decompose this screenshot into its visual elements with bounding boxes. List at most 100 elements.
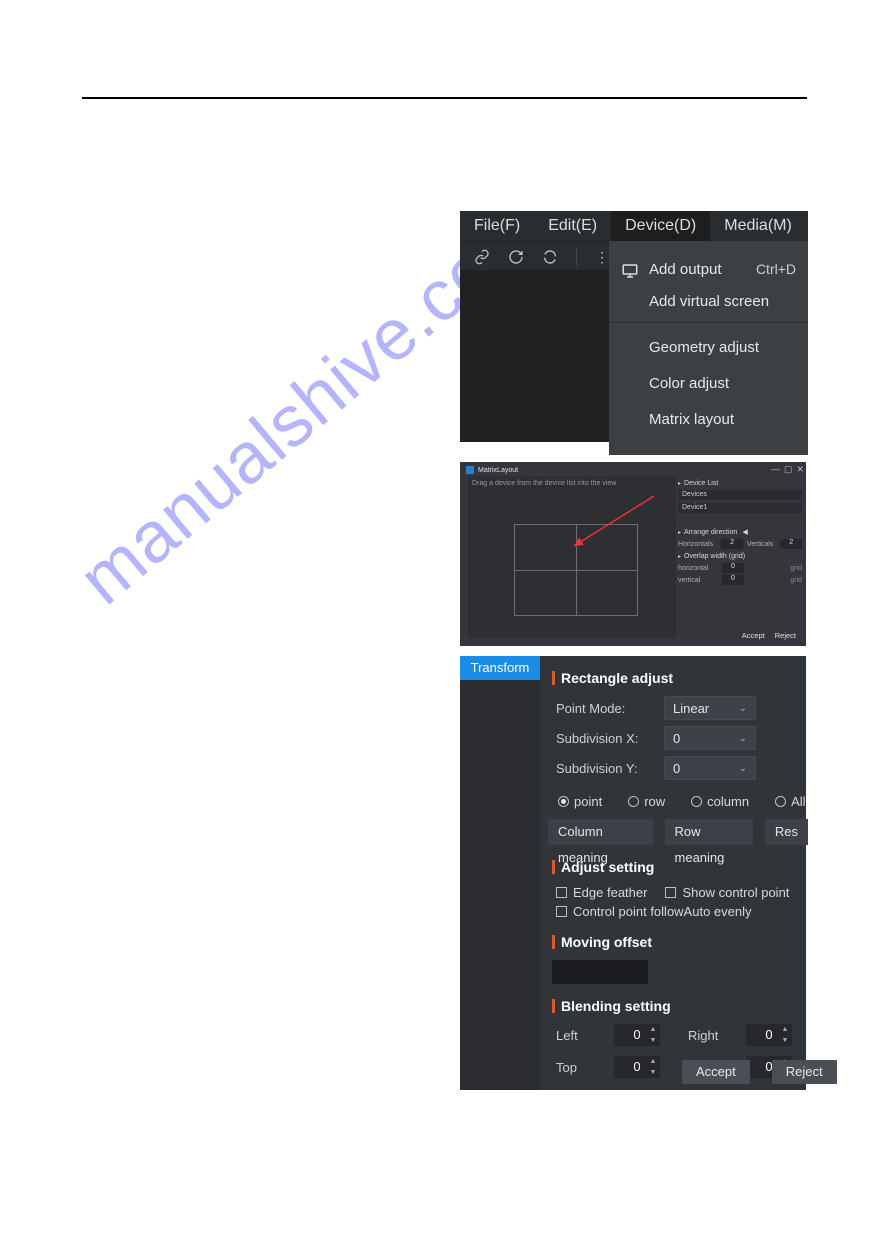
label-right: Right [688,1028,732,1043]
maximize-icon[interactable]: ▢ [784,464,793,475]
num-value: 0 [765,1027,772,1042]
radio-ring-icon [775,796,786,807]
menu-item-matrix-layout[interactable]: Matrix layout [609,401,808,437]
menu-item-add-output[interactable]: Add output Ctrl+D [609,251,808,287]
window-title: MatrixLayout [466,464,536,476]
input-blend-left[interactable]: 0 ▲▼ [614,1024,660,1046]
spinner-down-icon[interactable]: ▼ [646,1067,660,1078]
spinner-down-icon[interactable]: ▼ [778,1035,792,1046]
tab-transform[interactable]: Transform [460,656,540,680]
column-meaning-button[interactable]: Column meaning [548,819,653,845]
link-icon[interactable] [474,249,490,265]
input-blend-right[interactable]: 0 ▲▼ [746,1024,792,1046]
section-moving-offset: Moving offset [552,934,806,950]
overlap-horizontal-row: horizontal 0 grid [678,563,802,573]
arrange-direction-icon[interactable]: ◀ [742,528,747,536]
checkbox-box-icon [665,887,676,898]
section-label: Blending setting [561,998,671,1014]
section-marker-icon [552,671,555,685]
select-point-mode[interactable]: Linear ⌄ [664,696,756,720]
sync-icon[interactable] [542,249,558,265]
checkbox-row-1: Edge feather Show control point [556,885,806,900]
unit: grid [790,577,802,584]
spinner-up-icon[interactable]: ▲ [646,1056,660,1067]
toolbar-separator [576,248,577,266]
row-meaning-button[interactable]: Row meaning [665,819,753,845]
section-arrange: Arrange direction ◀ [678,528,802,536]
select-subdiv-y[interactable]: 0 ⌄ [664,756,756,780]
select-value: 0 [673,761,680,776]
input-horizontals[interactable]: 2 [721,539,743,549]
menu-item-add-virtual-screen[interactable]: Add virtual screen [609,287,808,323]
checkbox-label: Control point followAuto evenly [573,904,752,919]
label-point-mode: Point Mode: [556,701,652,716]
checkbox-edge-feather[interactable]: Edge feather [556,885,647,900]
label-subdiv-x: Subdivision X: [556,731,652,746]
spinner-up-icon[interactable]: ▲ [646,1024,660,1035]
menu-device[interactable]: Device(D) [611,211,710,241]
radio-label: row [644,794,665,809]
close-icon[interactable]: ✕ [796,464,804,475]
radio-label: column [707,794,749,809]
menu-file[interactable]: File(F) [460,211,534,241]
radio-all[interactable]: All [775,794,805,809]
input-horizontal[interactable]: 0 [722,563,744,573]
menu-edit[interactable]: Edit(E) [534,211,611,241]
unit: grid [790,565,802,572]
label-left: Left [556,1028,600,1043]
layout-grid[interactable] [514,524,638,616]
radio-column[interactable]: column [691,794,749,809]
section-rectangle-adjust: Rectangle adjust [552,670,806,686]
checkbox-box-icon [556,906,567,917]
section-blending: Blending setting [552,998,806,1014]
label-top: Top [556,1060,600,1075]
matrix-buttons: Accept Reject [742,631,796,640]
radio-point[interactable]: point [558,794,602,809]
menu-item-geometry-adjust[interactable]: Geometry adjust [609,329,808,365]
num-value: 0 [633,1059,640,1074]
accept-button[interactable]: Accept [742,631,765,640]
radio-row[interactable]: row [628,794,665,809]
matrix-layout-window: MatrixLayout — ▢ ✕ Drag a device from th… [460,462,806,646]
geometry-adjust-panel: Transform Rectangle adjust Point Mode: L… [460,656,806,1090]
num-value: 0 [633,1027,640,1042]
transform-sidebar [460,680,540,1090]
field-devices[interactable]: Devices [678,490,802,500]
reject-button[interactable]: Reject [775,631,796,640]
checkbox-show-control-point[interactable]: Show control point [665,885,789,900]
reject-button[interactable]: Reject [772,1060,837,1084]
reset-button[interactable]: Res [765,819,808,845]
menu-bar: File(F) Edit(E) Device(D) Media(M) [460,211,808,241]
select-subdiv-x[interactable]: 0 ⌄ [664,726,756,750]
radio-label: All [791,794,805,809]
checkbox-follow-auto[interactable]: Control point followAuto evenly [556,904,752,919]
menu-item-shortcut: Ctrl+D [756,261,796,277]
meaning-buttons: Column meaning Row meaning Res [548,819,806,845]
select-value: Linear [673,701,709,716]
accept-reject-buttons: Accept Reject [682,1060,837,1084]
minimize-icon[interactable]: — [771,464,780,475]
layout-canvas[interactable]: Drag a device from the device list into … [468,476,676,638]
label-verticals: Verticals [747,541,776,548]
accept-button[interactable]: Accept [682,1060,750,1084]
input-blend-top[interactable]: 0 ▲▼ [614,1056,660,1078]
menu-item-label: Add output [649,261,756,278]
label-horizontals: Horizontals [678,541,717,548]
menu-item-color-adjust[interactable]: Color adjust [609,365,808,401]
menu-media[interactable]: Media(M) [710,211,806,241]
refresh-icon[interactable] [508,249,524,265]
canvas-hint: Drag a device from the device list into … [472,480,616,487]
moving-offset-input[interactable] [552,960,648,984]
menu-item-label: Geometry adjust [649,339,796,356]
label-subdiv-y: Subdivision Y: [556,761,652,776]
input-verticals[interactable]: 2 [780,539,802,549]
section-label: Arrange direction [684,529,737,536]
spinner-up-icon[interactable]: ▲ [778,1024,792,1035]
field-device1[interactable]: Device1 [678,503,802,513]
arrange-row: Horizontals 2 Verticals 2 [678,539,802,549]
matrix-settings-panel: Device List Devices Device1 Arrange dire… [678,476,802,642]
spinner-down-icon[interactable]: ▼ [646,1035,660,1046]
device-dropdown: Add output Ctrl+D Add virtual screen Geo… [609,241,808,455]
input-vertical[interactable]: 0 [722,575,744,585]
section-marker-icon [552,860,555,874]
